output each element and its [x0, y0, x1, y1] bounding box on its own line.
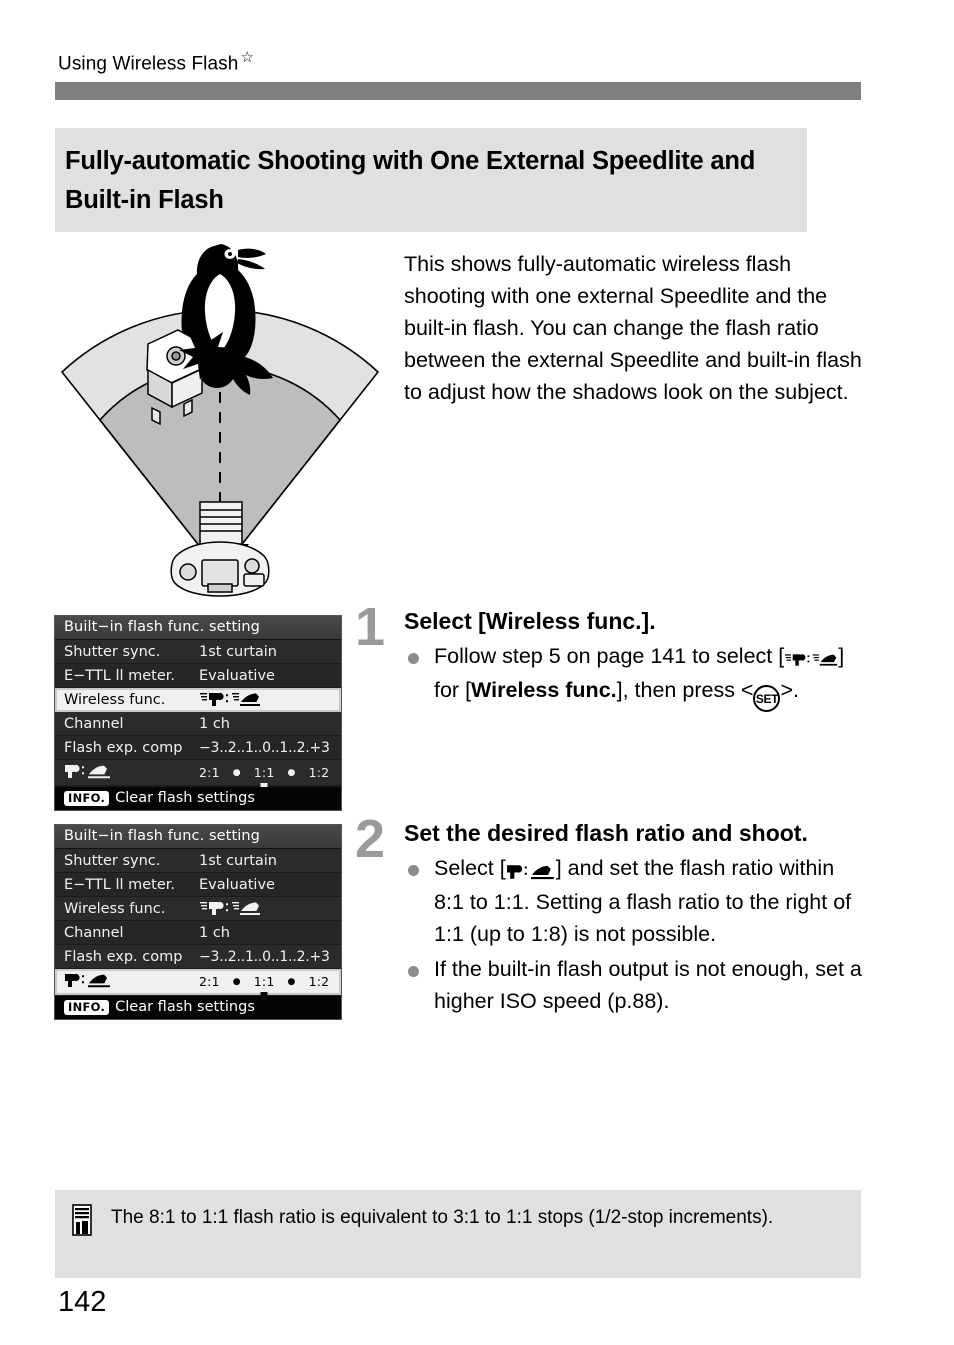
step-bullet-list: Follow step 5 on page 141 to select [] f… [404, 641, 867, 713]
star-icon: ☆ [240, 49, 254, 66]
speedlite-to-builtin-ratio-icon [64, 764, 199, 781]
intro-paragraph: This shows fully-automatic wireless flas… [404, 251, 862, 404]
lcd-row-label: Wireless func. [64, 900, 166, 917]
ratio-tick-dot: ● [232, 767, 241, 778]
speedlite-to-builtin-ratio-icon [64, 973, 199, 990]
header-rule [55, 82, 861, 100]
wireless-speedlite-and-builtin-icon-svg [200, 901, 260, 915]
lcd-row-channel[interactable]: Channel 1 ch [55, 712, 341, 736]
bullet-text: Select [ [434, 855, 506, 880]
ratio-tick-dot: ● [287, 976, 296, 987]
list-item: If the built-in flash output is not enou… [404, 954, 867, 1017]
lcd-screen-wireless-func-selected: Built−in flash func. setting Shutter syn… [54, 615, 342, 811]
lcd-footer: INFO. Clear flash settings [55, 995, 341, 1019]
bullet-bold-text: Wireless func. [471, 678, 617, 703]
step-heading: Set the desired flash ratio and shoot. [404, 820, 808, 846]
lcd-menu-list: Shutter sync. 1st curtain E−TTL ll meter… [55, 849, 341, 995]
wireless-speedlite-and-builtin-icon-svg [785, 653, 838, 666]
lcd-menu-title: Built−in flash func. setting [55, 825, 341, 849]
lcd-row-ettl-meter[interactable]: E−TTL ll meter. Evaluative [55, 873, 341, 897]
lcd-row-label: Shutter sync. [64, 852, 161, 869]
lcd-row-shutter-sync[interactable]: Shutter sync. 1st curtain [55, 640, 341, 664]
page-title: Fully-automatic Shooting with One Extern… [65, 147, 756, 214]
ratio-option-1-2[interactable]: 1:2 [309, 765, 330, 780]
lcd-row-label: Shutter sync. [64, 643, 161, 660]
bullet-text: Follow step 5 on page 141 to select [ [434, 643, 785, 668]
lcd-row-label: E−TTL ll meter. [64, 667, 176, 684]
wireless-speedlite-and-builtin-icon [199, 900, 341, 918]
lcd-row-value: Evaluative [199, 667, 275, 684]
lcd-row-label: Flash exp. comp [64, 948, 183, 965]
lcd-menu-title: Built−in flash func. setting [55, 616, 341, 640]
list-item: Select [] and set the flash ratio within… [404, 853, 867, 951]
lcd-screen-flash-ratio-selected: Built−in flash func. setting Shutter syn… [54, 824, 342, 1020]
ratio-option-2-1[interactable]: 2:1 [199, 974, 220, 989]
ratio-option-1-2[interactable]: 1:2 [309, 974, 330, 989]
coverage-diagram-svg [60, 244, 380, 597]
clear-flash-settings-label: Clear flash settings [115, 790, 255, 806]
ratio-tick-dot: ● [232, 976, 241, 987]
wireless-flash-coverage-diagram [52, 222, 398, 597]
bullet-text: ], then press < [616, 678, 754, 703]
lcd-row-flash-ratio[interactable]: 2:1 ● 1:1 ● 1:2 [55, 760, 341, 786]
ratio-tick-dot: ● [287, 767, 296, 778]
lcd-row-value: 1st curtain [199, 643, 277, 660]
lcd-row-label: E−TTL ll meter. [64, 876, 176, 893]
note-memo-icon [71, 1204, 93, 1241]
speedlite-to-builtin-ratio-icon-svg [506, 864, 554, 879]
ratio-option-2-1[interactable]: 2:1 [199, 765, 220, 780]
note-text: The 8:1 to 1:1 flash ratio is equivalent… [111, 1207, 774, 1228]
section-title-band: Fully-automatic Shooting with One Extern… [55, 128, 807, 232]
speedlite-to-builtin-ratio-icon-svg [65, 973, 110, 988]
step-bullet-list: Select [] and set the flash ratio within… [404, 853, 867, 1018]
lcd-footer: INFO. Clear flash settings [55, 786, 341, 810]
step-number: 1 [355, 597, 386, 657]
lcd-row-value: −3..2..1..0..1..2.+3 [199, 948, 330, 965]
lcd-row-value: 1 ch [199, 715, 230, 732]
wireless-speedlite-and-builtin-icon-svg [200, 692, 260, 706]
lcd-row-value: 1 ch [199, 924, 230, 941]
info-button-badge[interactable]: INFO. [64, 790, 110, 806]
page-number: 142 [58, 1286, 107, 1318]
ratio-option-1-1-selected[interactable]: 1:1 [254, 974, 275, 989]
speedlite-to-builtin-ratio-icon-svg [65, 764, 110, 779]
flash-ratio-scale[interactable]: 2:1 ● 1:1 ● 1:2 [199, 765, 341, 780]
bullet-text: >. [780, 678, 799, 703]
lcd-row-shutter-sync[interactable]: Shutter sync. 1st curtain [55, 849, 341, 873]
speedlite-to-builtin-ratio-icon [506, 856, 556, 888]
set-button-icon: SET [753, 685, 781, 713]
lcd-row-label: Channel [64, 924, 124, 941]
clear-flash-settings-label: Clear flash settings [115, 999, 255, 1015]
step-number: 2 [355, 809, 386, 869]
lcd-row-value: Evaluative [199, 876, 275, 893]
lcd-row-value: −3..2..1..0..1..2.+3 [199, 739, 330, 756]
running-header-title: Using Wireless Flash [58, 53, 239, 75]
lcd-row-label: Channel [64, 715, 124, 732]
wireless-speedlite-and-builtin-icon [199, 691, 341, 709]
note-box: The 8:1 to 1:1 flash ratio is equivalent… [55, 1190, 861, 1278]
lcd-row-wireless-func[interactable]: Wireless func. [55, 688, 341, 712]
step-2: 2 Set the desired flash ratio and shoot.… [355, 812, 867, 1018]
lcd-row-ettl-meter[interactable]: E−TTL ll meter. Evaluative [55, 664, 341, 688]
step-1: 1 Select [Wireless func.]. Follow step 5… [355, 600, 867, 713]
list-item: Follow step 5 on page 141 to select [] f… [404, 641, 867, 713]
lcd-row-flash-ratio[interactable]: 2:1 ● 1:1 ● 1:2 [55, 969, 341, 995]
wireless-speedlite-and-builtin-icon [784, 644, 838, 676]
flash-ratio-scale[interactable]: 2:1 ● 1:1 ● 1:2 [199, 974, 341, 989]
ratio-option-1-1-selected[interactable]: 1:1 [254, 765, 275, 780]
lcd-row-wireless-func[interactable]: Wireless func. [55, 897, 341, 921]
info-button-badge[interactable]: INFO. [64, 999, 110, 1015]
step-heading: Select [Wireless func.]. [404, 608, 656, 634]
running-header: Using Wireless Flash ☆ [58, 48, 254, 75]
lcd-menu-list: Shutter sync. 1st curtain E−TTL ll meter… [55, 640, 341, 786]
lcd-row-flash-exp-comp[interactable]: Flash exp. comp −3..2..1..0..1..2.+3 [55, 945, 341, 969]
lcd-row-flash-exp-comp[interactable]: Flash exp. comp −3..2..1..0..1..2.+3 [55, 736, 341, 760]
note-memo-icon-svg [72, 1204, 92, 1236]
lcd-row-label: Flash exp. comp [64, 739, 183, 756]
lcd-row-label: Wireless func. [64, 691, 166, 708]
lcd-row-channel[interactable]: Channel 1 ch [55, 921, 341, 945]
lcd-row-value: 1st curtain [199, 852, 277, 869]
